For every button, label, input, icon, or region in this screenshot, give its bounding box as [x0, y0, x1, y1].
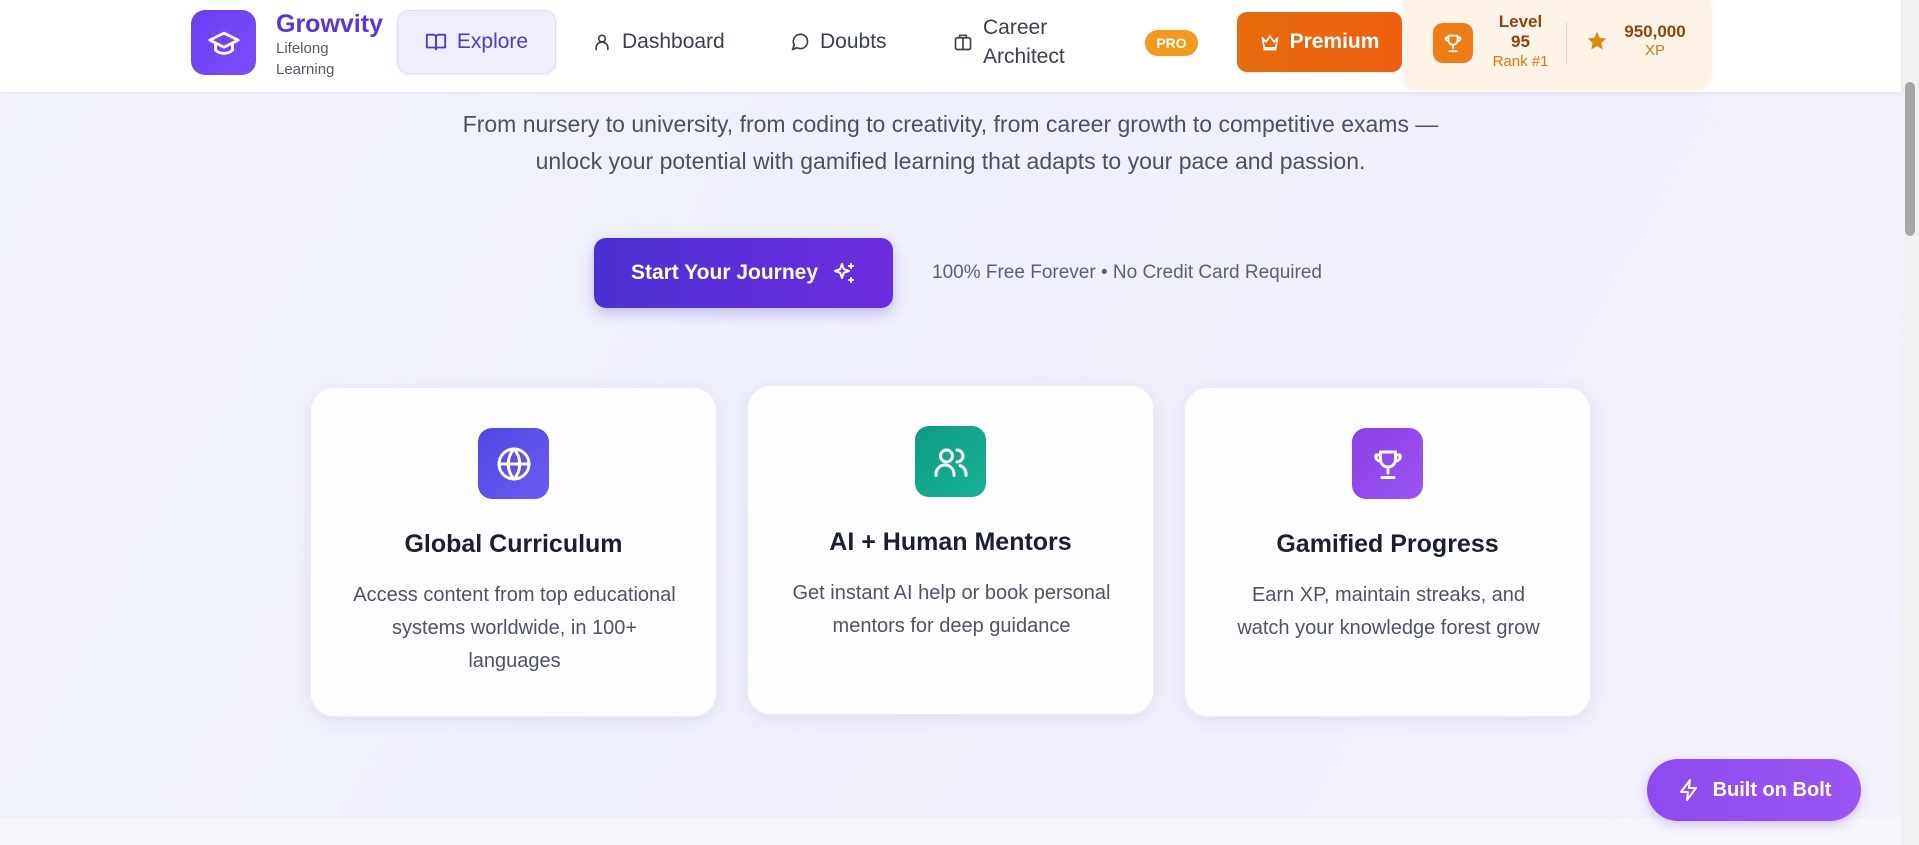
cta-note: 100% Free Forever • No Credit Card Requi…: [932, 262, 1322, 283]
pro-badge: PRO: [1145, 30, 1198, 56]
nav-doubts-label: Doubts: [820, 30, 887, 53]
logo[interactable]: [191, 10, 256, 75]
card-icon-box: [478, 428, 549, 499]
globe-icon: [497, 447, 530, 480]
briefcase-icon: [954, 34, 972, 51]
brand-name[interactable]: Growvity: [276, 10, 383, 39]
premium-button[interactable]: Premium: [1237, 12, 1402, 72]
nav-doubts[interactable]: Doubts: [790, 10, 887, 74]
xp-value: 950,000: [1624, 22, 1686, 41]
sparkles-icon: [834, 263, 855, 283]
start-journey-button[interactable]: Start Your Journey: [594, 238, 893, 308]
nav-explore[interactable]: Explore: [397, 10, 556, 74]
star-icon: [1587, 31, 1607, 50]
feature-card-mentors: AI + Human Mentors Get instant AI help o…: [747, 385, 1154, 715]
nav-career-label: Career Architect: [983, 16, 1065, 68]
feature-title: Global Curriculum: [404, 530, 623, 558]
crown-icon: [1261, 35, 1278, 51]
users-icon: [934, 448, 967, 477]
card-icon-box: [1352, 428, 1423, 499]
built-on-bolt-label: Built on Bolt: [1712, 778, 1832, 801]
level-label: Level: [1498, 12, 1543, 31]
top-navbar: Growvity Lifelong Learning Explore Dashb…: [0, 0, 1901, 92]
book-open-icon: [425, 33, 446, 51]
xp-label: XP: [1644, 42, 1665, 59]
level-info: Level 95 Rank #1: [1483, 12, 1558, 72]
brand-tagline: Lifelong Learning: [276, 40, 335, 78]
level-value: 95: [1511, 32, 1530, 51]
chat-bubble-icon: [791, 33, 809, 51]
trophy-badge: [1433, 23, 1473, 63]
user-icon: [595, 34, 609, 51]
trophy-icon: [1444, 34, 1462, 53]
hero-subtitle-line2: unlock your potential with gamified lear…: [535, 148, 1366, 174]
hero-subtitle: From nursery to university, from coding …: [350, 106, 1551, 180]
rank-label: Rank #1: [1492, 53, 1549, 70]
xp-info: 950,000 XP: [1615, 22, 1695, 60]
feature-title: AI + Human Mentors: [829, 528, 1072, 556]
hero-subtitle-line1: From nursery to university, from coding …: [462, 111, 1439, 137]
feature-description: Earn XP, maintain streaks, and watch you…: [1237, 584, 1540, 639]
lightning-icon: [1679, 779, 1697, 801]
next-section-edge: [0, 818, 1901, 845]
nav-dashboard[interactable]: Dashboard: [592, 10, 725, 74]
card-icon-box: [915, 426, 986, 497]
trophy-icon: [1373, 450, 1402, 479]
nav-dashboard-label: Dashboard: [622, 30, 725, 53]
feature-title: Gamified Progress: [1276, 530, 1499, 558]
nav-career-architect[interactable]: Career Architect: [953, 10, 1093, 74]
start-journey-label: Start Your Journey: [630, 261, 819, 284]
feature-card-global-curriculum: Global Curriculum Access content from to…: [310, 387, 717, 717]
nav-explore-label: Explore: [456, 30, 529, 53]
feature-description: Access content from top educational syst…: [353, 584, 676, 672]
built-on-bolt-button[interactable]: Built on Bolt: [1647, 759, 1861, 821]
stats-divider: [1566, 22, 1567, 64]
feature-card-gamified-progress: Gamified Progress Earn XP, maintain stre…: [1184, 387, 1591, 717]
user-stats-panel[interactable]: Level 95 Rank #1 950,000 XP: [1403, 0, 1711, 88]
premium-label: Premium: [1289, 30, 1380, 53]
feature-description: Get instant AI help or book personal men…: [792, 582, 1111, 637]
page-scrollbar[interactable]: [1901, 0, 1919, 845]
scrollbar-thumb[interactable]: [1905, 82, 1915, 236]
graduation-cap-icon: [207, 31, 240, 55]
